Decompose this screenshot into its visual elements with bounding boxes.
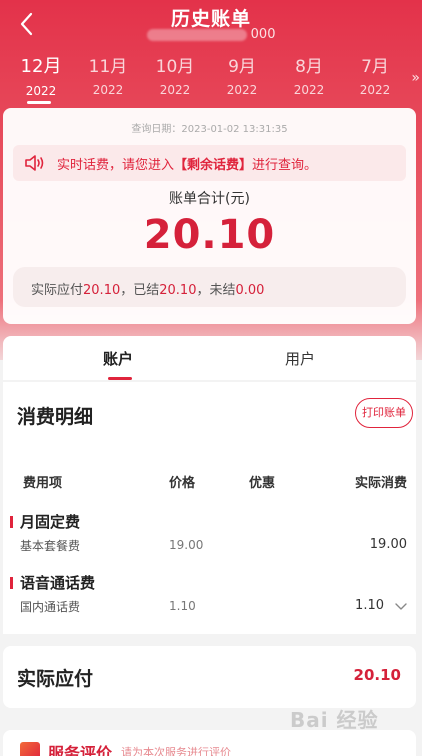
unsettled-label: ，未结 <box>196 283 236 298</box>
tab-user[interactable]: 用户 <box>240 348 360 369</box>
service-rating-card[interactable]: 服务评价 请为本次服务进行评价 <box>3 730 416 756</box>
rating-subtitle: 请为本次服务进行评价 <box>121 746 231 756</box>
view-tabs: 账户 用户 <box>3 336 416 380</box>
month-tab-nov[interactable]: 11月 2022 <box>75 52 141 97</box>
category-monthly-fee: 月固定费 <box>20 513 81 531</box>
notice-prefix: 实时话费，请您进入 <box>57 158 175 173</box>
actual-payable-card: 实际应付 20.10 <box>3 646 416 708</box>
chevron-down-icon[interactable] <box>394 602 408 612</box>
notice-suffix: 进行查询。 <box>252 158 318 173</box>
month-label: 12月 <box>20 56 62 77</box>
month-tab-oct[interactable]: 10月 2022 <box>142 52 208 97</box>
rating-icon <box>20 742 40 756</box>
payable-label: 实际应付 <box>17 668 94 690</box>
payment-status-text: 实际应付20.10，已结20.10，未结0.00 <box>31 279 264 298</box>
payment-status-bar: 实际应付20.10，已结20.10，未结0.00 <box>13 267 406 307</box>
actual-pay-label: 实际应付 <box>31 283 84 298</box>
column-header-discount: 优惠 <box>249 476 276 491</box>
total-value: 20.10 <box>143 212 276 258</box>
account-number-suffix: 000 <box>250 27 276 42</box>
year-label: 2022 <box>25 84 57 98</box>
month-tab-aug[interactable]: 8月 2022 <box>276 52 342 97</box>
item-basic-plan: 基本套餐费 <box>20 539 81 553</box>
more-months-icon[interactable]: » <box>411 70 420 86</box>
month-label: 10月 <box>155 57 195 77</box>
speaker-icon <box>25 155 44 171</box>
unsettled-value: 0.00 <box>235 283 265 298</box>
query-date: 查询日期：2023-01-02 13:31:35 <box>131 124 288 135</box>
print-bill-button[interactable]: 打印账单 <box>355 398 413 428</box>
item-domestic-call: 国内通话费 <box>20 600 81 614</box>
category-marker <box>10 516 13 528</box>
month-active-indicator <box>27 101 51 104</box>
rating-title: 服务评价 <box>48 744 113 756</box>
month-tab-dec[interactable]: 12月 2022 <box>8 52 74 98</box>
masked-number-blur <box>146 28 247 41</box>
month-tab-sep[interactable]: 9月 2022 <box>209 52 275 97</box>
month-selector: 12月 2022 11月 2022 10月 2022 9月 2022 8月 20… <box>0 52 422 100</box>
column-header-price: 价格 <box>169 476 196 491</box>
column-header-item: 费用项 <box>23 476 63 491</box>
watermark: Bai 经验 <box>290 708 379 732</box>
year-label: 2022 <box>226 83 258 97</box>
realtime-notice[interactable]: 实时话费，请您进入【剩余话费】进行查询。 <box>13 145 406 181</box>
item-price: 19.00 <box>169 538 204 552</box>
tab-active-indicator <box>108 377 132 380</box>
account-number: 000 <box>0 27 422 42</box>
column-header-actual: 实际消费 <box>354 476 407 491</box>
actual-pay-value: 20.10 <box>83 283 121 298</box>
bill-summary-card: 查询日期：2023-01-02 13:31:35 实时话费，请您进入【剩余话费】… <box>3 108 416 324</box>
month-label: 9月 <box>228 57 256 77</box>
month-label: 11月 <box>88 57 128 77</box>
remaining-balance-link[interactable]: 【剩余话费】 <box>174 158 252 173</box>
settled-value: 20.10 <box>159 283 197 298</box>
category-voice-fee: 语音通话费 <box>20 574 96 592</box>
notice-text: 实时话费，请您进入【剩余话费】进行查询。 <box>57 154 317 173</box>
item-actual: 1.10 <box>355 598 384 613</box>
tab-account[interactable]: 账户 <box>58 348 178 369</box>
detail-title: 消费明细 <box>17 406 94 428</box>
month-tab-jul[interactable]: 7月 2022 <box>342 52 408 97</box>
month-label: 7月 <box>361 57 389 77</box>
year-label: 2022 <box>293 83 325 97</box>
item-price: 1.10 <box>169 599 196 613</box>
total-label: 账单合计(元) <box>169 191 250 207</box>
item-actual: 19.00 <box>369 537 407 552</box>
category-marker <box>10 577 13 589</box>
year-label: 2022 <box>359 83 391 97</box>
settled-label: ，已结 <box>120 283 160 298</box>
payable-value: 20.10 <box>353 666 401 684</box>
month-label: 8月 <box>295 57 323 77</box>
consumption-detail-card: 消费明细 打印账单 费用项 价格 优惠 实际消费 月固定费 基本套餐费 19.0… <box>3 382 416 634</box>
year-label: 2022 <box>159 83 191 97</box>
year-label: 2022 <box>92 83 124 97</box>
